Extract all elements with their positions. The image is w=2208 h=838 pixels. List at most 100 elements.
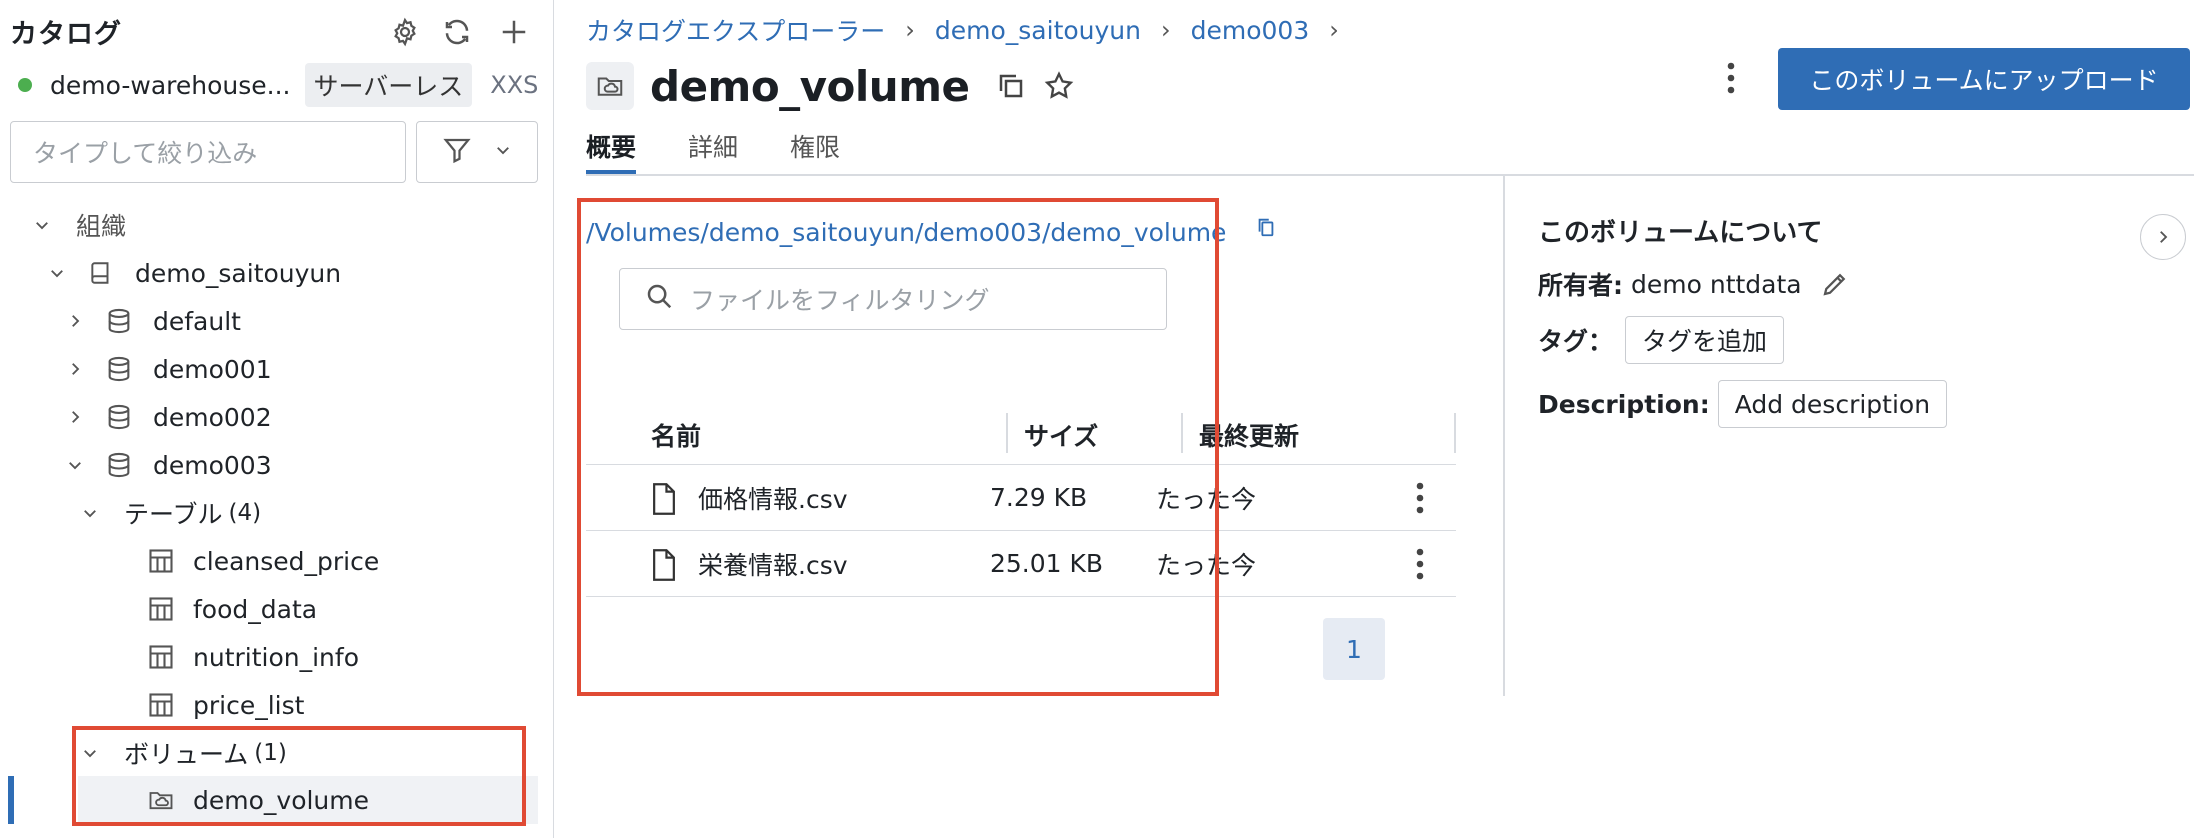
column-header-size[interactable]: サイズ xyxy=(1024,417,1098,453)
funnel-icon xyxy=(442,135,472,169)
table-row[interactable]: 栄養情報.csv 25.01 KB たった今 xyxy=(586,531,1456,597)
tab-details[interactable]: 詳細 xyxy=(688,128,738,174)
selection-indicator xyxy=(8,776,14,824)
volume-folder-icon xyxy=(145,784,177,816)
breadcrumb-separator-icon: › xyxy=(1161,16,1171,44)
collapse-panel-button[interactable] xyxy=(2140,214,2186,260)
tree-item-table[interactable]: nutrition_info xyxy=(145,634,359,680)
volume-path-link[interactable]: /Volumes/demo_saitouyun/demo003/demo_vol… xyxy=(586,218,1226,247)
volumes-group-label: ボリューム xyxy=(124,740,249,769)
chevron-down-icon[interactable] xyxy=(30,213,54,237)
tree-label-org: 組織 xyxy=(76,212,127,241)
tab-overview[interactable]: 概要 xyxy=(586,128,637,174)
breadcrumb-item-catalog-explorer[interactable]: カタログエクスプローラー xyxy=(586,12,885,48)
tabs-divider xyxy=(586,174,2194,176)
upload-to-volume-button[interactable]: このボリュームにアップロード xyxy=(1778,48,2190,110)
file-filter-input[interactable]: ファイルをフィルタリング xyxy=(619,268,1167,330)
description-row: Description: Add description xyxy=(1538,380,1948,428)
warehouse-selector[interactable]: demo-warehouse... サーバーレス XXS xyxy=(10,63,539,107)
tree-label-catalog: demo_saitouyun xyxy=(135,258,342,288)
breadcrumb-separator-icon: › xyxy=(1329,16,1339,44)
star-icon[interactable] xyxy=(1041,68,1077,104)
search-icon xyxy=(644,281,674,317)
tree-item-table[interactable]: food_data xyxy=(145,586,317,632)
copy-path-icon[interactable] xyxy=(1251,212,1281,242)
chevron-down-icon[interactable] xyxy=(63,453,87,477)
table-row[interactable]: 価格情報.csv 7.29 KB たった今 xyxy=(586,465,1456,531)
plus-icon[interactable] xyxy=(494,12,534,52)
column-header-name[interactable]: 名前 xyxy=(651,417,701,453)
file-modified: たった今 xyxy=(1156,484,1257,514)
owner-value: demo nttdata xyxy=(1631,269,1802,299)
row-more-options-icon[interactable] xyxy=(1415,481,1425,521)
chevron-right-icon[interactable] xyxy=(63,357,87,381)
warehouse-size: XXS xyxy=(490,71,539,99)
chevron-right-icon[interactable] xyxy=(63,309,87,333)
tree-item-volumes-group[interactable]: ボリューム (1) xyxy=(78,730,287,776)
tree-label-table: price_list xyxy=(193,690,305,720)
refresh-icon[interactable] xyxy=(437,12,477,52)
breadcrumb-item-schema[interactable]: demo003 xyxy=(1191,16,1310,45)
column-divider[interactable] xyxy=(1454,413,1456,453)
pencil-icon[interactable] xyxy=(1820,269,1850,299)
tables-count: (4) xyxy=(228,500,262,526)
row-more-options-icon[interactable] xyxy=(1415,547,1425,587)
table-icon xyxy=(145,689,177,721)
tree-item-schema-demo003[interactable]: demo003 xyxy=(63,442,272,488)
database-icon xyxy=(103,401,135,433)
column-divider[interactable] xyxy=(1181,413,1183,453)
add-tag-button[interactable]: タグを追加 xyxy=(1625,316,1785,364)
tree-item-schema-demo001[interactable]: demo001 xyxy=(63,346,272,392)
pagination-page-button[interactable]: 1 xyxy=(1323,618,1385,680)
tree-item-schema-demo002[interactable]: demo002 xyxy=(63,394,272,440)
tab-bar: 概要 詳細 権限 xyxy=(586,128,840,174)
table-header: 名前 サイズ 最終更新 xyxy=(586,405,1456,465)
chevron-down-icon[interactable] xyxy=(45,261,69,285)
database-icon xyxy=(103,353,135,385)
breadcrumb-item-catalog[interactable]: demo_saitouyun xyxy=(935,16,1141,45)
tree-item-tables-group[interactable]: テーブル (4) xyxy=(78,490,261,536)
file-name[interactable]: 栄養情報.csv xyxy=(698,546,848,582)
settings-icon[interactable] xyxy=(385,12,425,52)
tags-label: タグ： xyxy=(1538,327,1614,356)
tab-permissions[interactable]: 権限 xyxy=(790,128,840,174)
file-modified: たった今 xyxy=(1156,550,1257,580)
add-description-button[interactable]: Add description xyxy=(1717,380,1948,428)
title-row: demo_volume xyxy=(586,58,1077,114)
tree-label-table: cleansed_price xyxy=(193,546,380,576)
tags-row: タグ： タグを追加 xyxy=(1538,316,1785,364)
tree-item-volume-selected[interactable]: demo_volume xyxy=(78,776,538,824)
chevron-right-icon[interactable] xyxy=(63,405,87,429)
table-icon xyxy=(145,641,177,673)
filter-dropdown-button[interactable] xyxy=(416,121,538,183)
table-icon xyxy=(145,545,177,577)
file-name[interactable]: 価格情報.csv xyxy=(698,480,848,516)
book-icon xyxy=(85,257,117,289)
file-size: 25.01 KB xyxy=(990,549,1104,578)
column-divider[interactable] xyxy=(1006,413,1008,453)
tree-label-volume: demo_volume xyxy=(193,785,370,815)
warehouse-name: demo-warehouse... xyxy=(50,70,291,100)
chevron-down-icon[interactable] xyxy=(78,501,102,525)
database-icon xyxy=(103,305,135,337)
owner-label: 所有者: xyxy=(1538,271,1623,300)
copy-icon[interactable] xyxy=(993,68,1029,104)
chevron-down-icon[interactable] xyxy=(78,741,102,765)
column-header-modified[interactable]: 最終更新 xyxy=(1199,417,1299,453)
tree-item-table[interactable]: cleansed_price xyxy=(145,538,379,584)
panel-divider xyxy=(1503,174,1505,696)
tree-item-catalog[interactable]: demo_saitouyun xyxy=(45,250,341,296)
tree-item-schema-default[interactable]: default xyxy=(63,298,241,344)
database-icon xyxy=(103,449,135,481)
tree-item-table[interactable]: price_list xyxy=(145,682,304,728)
catalog-filter-input[interactable]: タイプして絞り込み xyxy=(10,121,406,183)
table-icon xyxy=(145,593,177,625)
catalog-sidebar: カタログ demo-warehouse... サーバーレス XXS タイプして絞… xyxy=(0,0,554,838)
warehouse-status-dot xyxy=(18,78,32,92)
tree-item-org[interactable]: 組織 xyxy=(30,202,126,248)
tree-label-table: food_data xyxy=(193,594,318,624)
breadcrumb-separator-icon: › xyxy=(905,16,915,44)
about-title: このボリュームについて xyxy=(1538,218,1823,248)
more-options-icon[interactable] xyxy=(1713,56,1749,100)
sidebar-title: カタログ xyxy=(10,19,122,50)
